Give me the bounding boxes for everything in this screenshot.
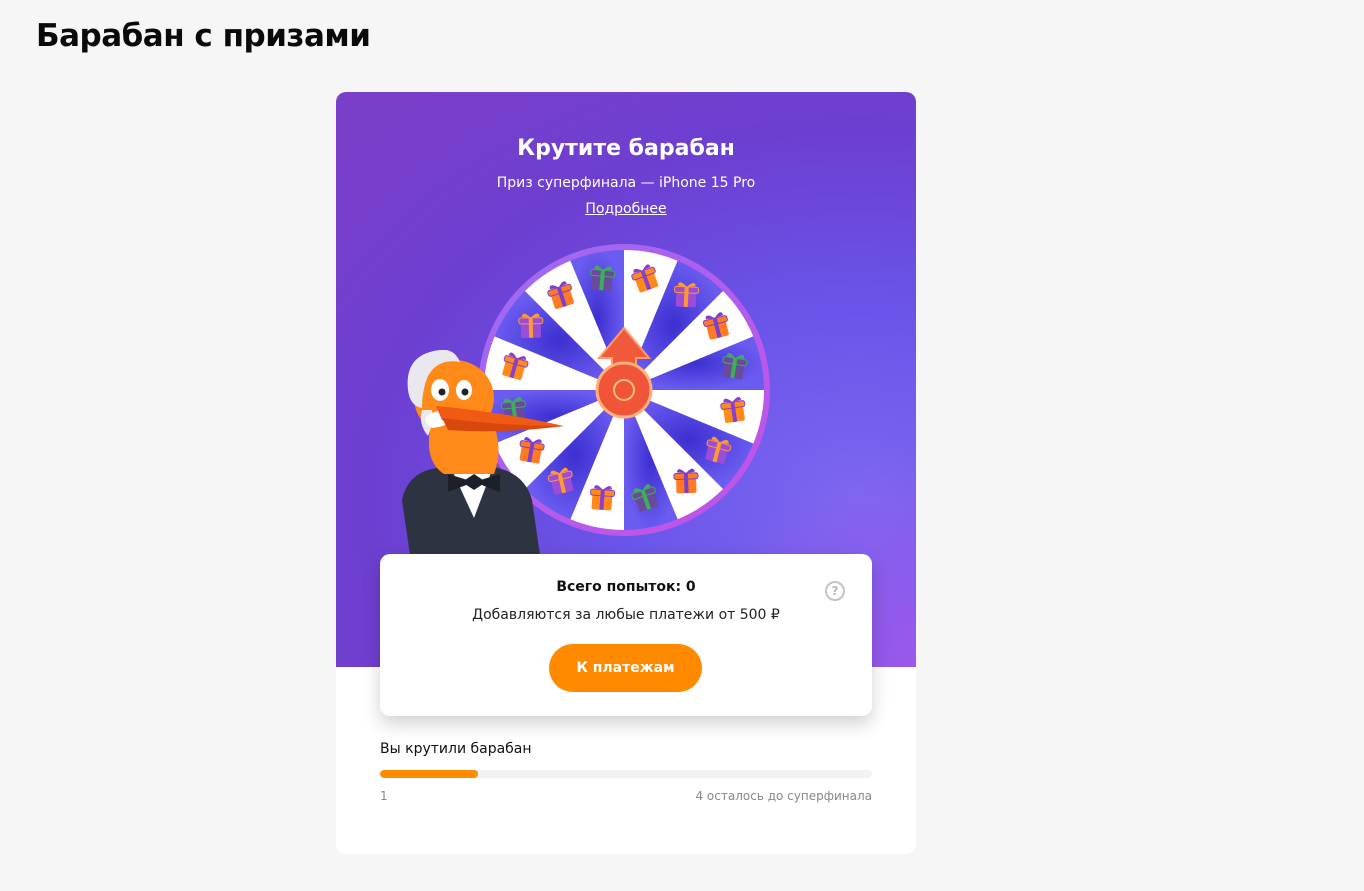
question-circle-icon[interactable]: ? [825, 581, 845, 601]
hero-title: Крутите барабан [517, 136, 735, 161]
wheel-card: Крутите барабан Приз суперфинала — iPhon… [336, 92, 916, 854]
details-link[interactable]: Подробнее [336, 201, 916, 217]
attempts-panel: Всего попыток: 0 ? Добавляются за любые … [380, 554, 872, 716]
hero-subtitle: Приз суперфинала — iPhone 15 Pro [496, 175, 756, 191]
attempts-count: Всего попыток: 0 [556, 579, 696, 595]
attempts-note: Добавляются за любые платежи от 500 ₽ [472, 607, 780, 623]
progress-label: Вы крутили барабан [380, 741, 532, 757]
to-payments-button[interactable]: К платежам [549, 644, 702, 692]
progress-fill [380, 770, 479, 778]
progress-remaining: 4 осталось до суперфинала [695, 789, 872, 803]
mascot-illustration [402, 350, 564, 555]
page-title: Барабан с призами [36, 18, 371, 54]
progress-bar [380, 770, 872, 778]
